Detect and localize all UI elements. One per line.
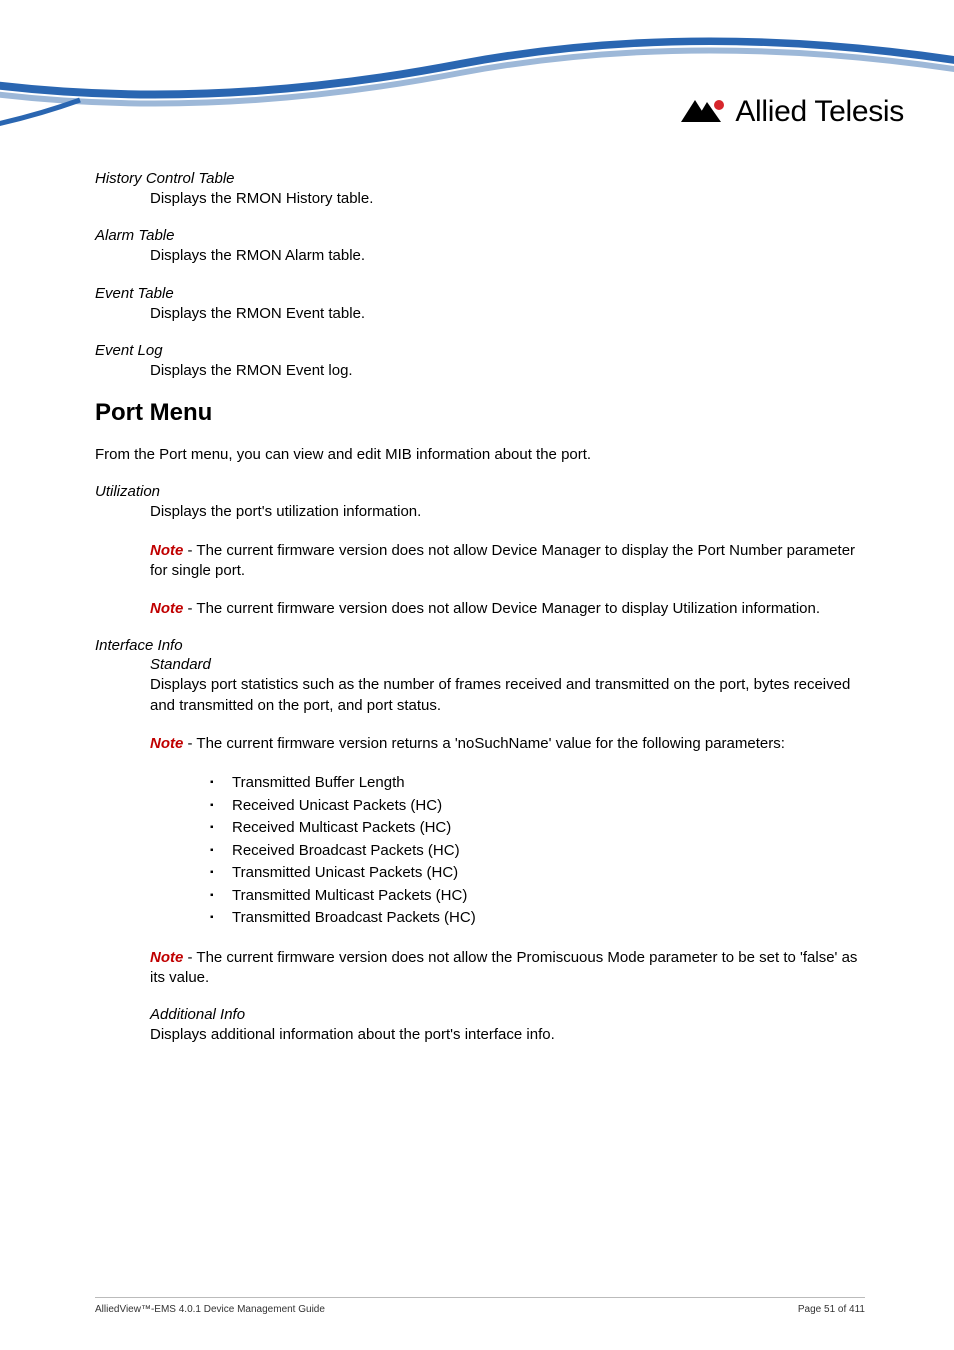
note-label: Note [150,949,183,966]
term-event-table: Event Table [95,285,865,302]
note-standard-2: Note - The current firmware version does… [150,948,865,989]
list-item: Received Broadcast Packets (HC) [210,840,865,863]
brand-logo: Allied Telesis [681,95,904,129]
brand-logo-icon [681,98,727,126]
footer-right: Page 51 of 411 [798,1304,865,1315]
note-label: Note [150,735,183,752]
header-banner [0,0,954,160]
note-text: - The current firmware version does not … [150,542,855,579]
term-utilization: Utilization [95,483,865,500]
term-additional-info: Additional Info [150,1006,865,1023]
note-label: Note [150,542,183,559]
port-menu-intro: From the Port menu, you can view and edi… [95,445,865,465]
page-footer: AlliedView™-EMS 4.0.1 Device Management … [95,1297,865,1315]
list-item: Transmitted Multicast Packets (HC) [210,885,865,908]
note-label: Note [150,600,183,617]
def-alarm-table: Displays the RMON Alarm table. [150,246,865,266]
term-alarm-table: Alarm Table [95,227,865,244]
note-text: - The current firmware version does not … [183,600,820,617]
heading-port-menu: Port Menu [95,399,865,427]
brand-logo-text: Allied Telesis [735,95,904,129]
def-event-table: Displays the RMON Event table. [150,304,865,324]
note-utilization-1: Note - The current firmware version does… [150,541,865,582]
def-utilization: Displays the port's utilization informat… [150,502,865,522]
note-text: - The current firmware version returns a… [183,735,785,752]
list-item: Transmitted Broadcast Packets (HC) [210,907,865,930]
footer-left: AlliedView™-EMS 4.0.1 Device Management … [95,1304,325,1315]
standard-bullet-list: Transmitted Buffer Length Received Unica… [210,772,865,930]
list-item: Received Multicast Packets (HC) [210,817,865,840]
note-utilization-2: Note - The current firmware version does… [150,599,865,619]
term-interface-info: Interface Info [95,637,865,654]
note-text: - The current firmware version does not … [150,949,857,986]
term-standard: Standard [150,656,865,673]
list-item: Transmitted Buffer Length [210,772,865,795]
note-standard-1: Note - The current firmware version retu… [150,734,865,754]
list-item: Transmitted Unicast Packets (HC) [210,862,865,885]
list-item: Received Unicast Packets (HC) [210,795,865,818]
term-history-control-table: History Control Table [95,170,865,187]
def-event-log: Displays the RMON Event log. [150,361,865,381]
def-history-control-table: Displays the RMON History table. [150,189,865,209]
def-additional-info: Displays additional information about th… [150,1025,865,1045]
term-event-log: Event Log [95,342,865,359]
def-standard: Displays port statistics such as the num… [150,675,865,716]
